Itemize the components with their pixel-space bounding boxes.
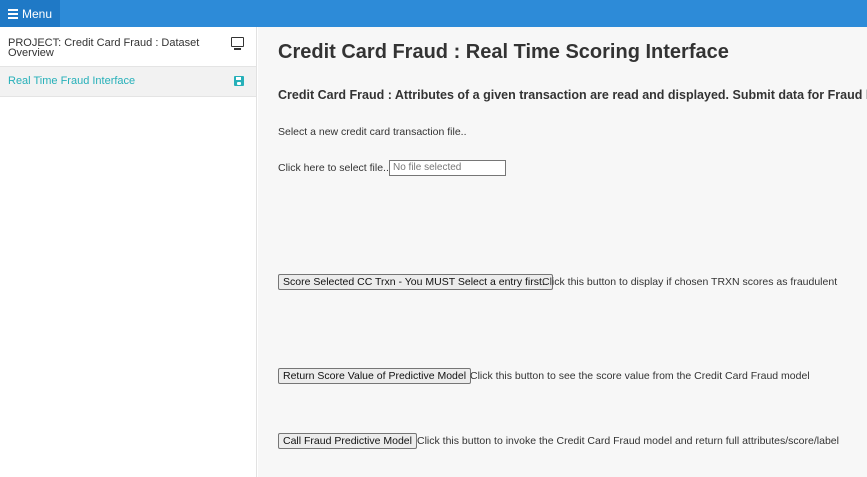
monitor-icon xyxy=(231,37,244,50)
return-score-description: Click this button to see the score value… xyxy=(470,370,810,382)
page-title: Credit Card Fraud : Real Time Scoring In… xyxy=(278,41,729,63)
return-score-value-button[interactable]: Return Score Value of Predictive Model xyxy=(278,368,472,384)
sidebar-item-label: PROJECT: Credit Card Fraud : Dataset Ove… xyxy=(8,37,200,59)
menu-button[interactable]: Menu xyxy=(0,0,60,27)
file-select-label: Click here to select file... xyxy=(278,162,392,174)
menu-label: Menu xyxy=(22,6,53,21)
file-input[interactable]: No file selected xyxy=(389,160,506,176)
main-content: Credit Card Fraud : Real Time Scoring In… xyxy=(258,27,867,477)
top-bar: Menu xyxy=(0,0,867,27)
sidebar-item-label: Real Time Fraud Interface xyxy=(8,75,136,87)
sidebar-item-real-time-fraud-interface[interactable]: Real Time Fraud Interface xyxy=(0,67,256,97)
save-icon xyxy=(234,76,244,86)
call-model-description: Click this button to invoke the Credit C… xyxy=(417,435,839,447)
hamburger-icon xyxy=(8,9,18,19)
page-subtitle: Credit Card Fraud : Attributes of a give… xyxy=(278,88,867,102)
sidebar-item-dataset-overview[interactable]: PROJECT: Credit Card Fraud : Dataset Ove… xyxy=(0,27,256,67)
score-selected-description: Click this button to display if chosen T… xyxy=(542,276,838,288)
score-selected-trxn-button[interactable]: Score Selected CC Trxn - You MUST Select… xyxy=(278,274,553,290)
select-file-prompt: Select a new credit card transaction fil… xyxy=(278,126,467,138)
call-fraud-model-button[interactable]: Call Fraud Predictive Model xyxy=(278,433,417,449)
sidebar: PROJECT: Credit Card Fraud : Dataset Ove… xyxy=(0,27,257,477)
